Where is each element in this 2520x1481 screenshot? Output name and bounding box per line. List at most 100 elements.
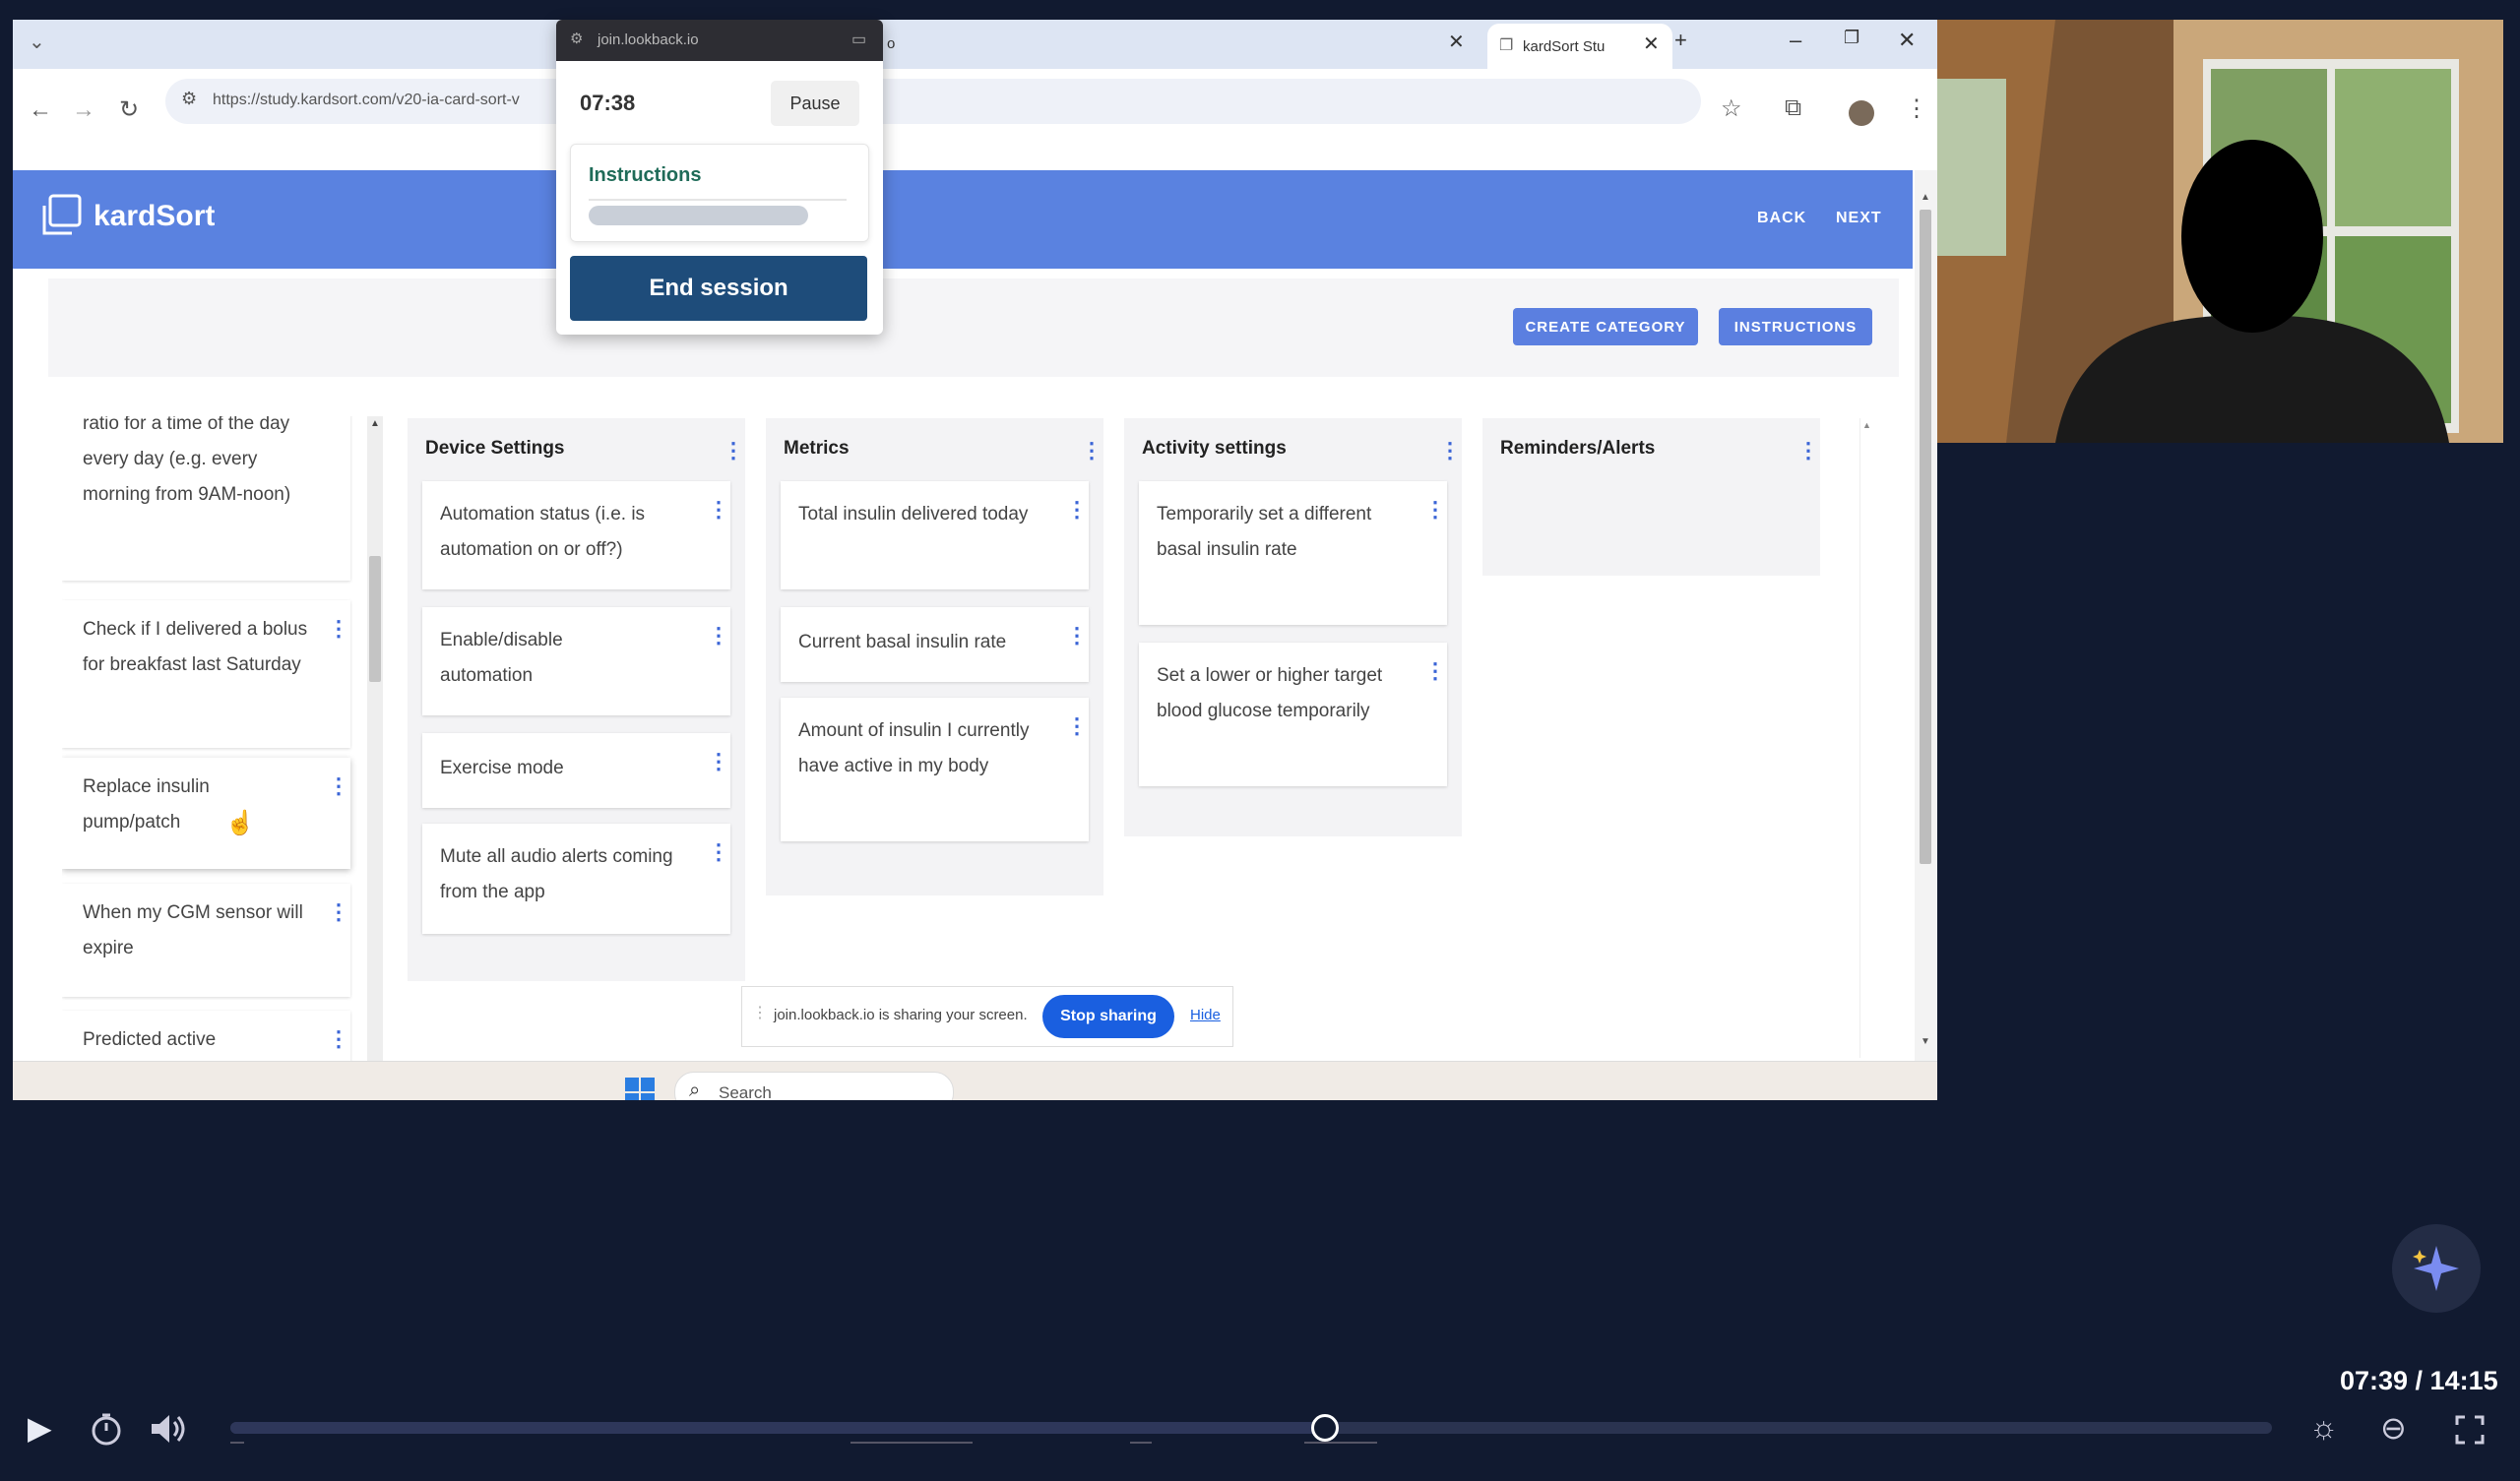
tab-kardsort[interactable]: ❐ kardSort Stu ✕: [1487, 24, 1672, 69]
video-scrub-knob[interactable]: [1310, 1414, 1339, 1442]
search-icon: ⌕: [689, 1080, 701, 1100]
url-omnibox[interactable]: ⚙ https://study.kardsort.com/v20-ia-card…: [165, 79, 1701, 124]
instructions-panel[interactable]: Instructions: [570, 144, 869, 242]
browser-tab-bar: ⌄ o ✕ ❐ kardSort Stu ✕ + – ❐ ✕: [13, 20, 1937, 69]
scroll-up-icon[interactable]: ▲: [370, 418, 380, 429]
camera-icon[interactable]: ▭: [851, 30, 866, 49]
sparkle-icon: [2413, 1246, 2459, 1291]
category-device-settings[interactable]: Device Settings ⋮ Automation status (i.e…: [408, 418, 745, 981]
card-menu-icon[interactable]: ⋮: [328, 775, 349, 797]
card[interactable]: Exercise mode ⋮: [422, 733, 730, 808]
card-text: Temporarily set a different basal insuli…: [1157, 504, 1372, 560]
card[interactable]: Automation status (i.e. is automation on…: [422, 481, 730, 589]
categories-scrollbar[interactable]: ▲: [1859, 418, 1874, 1058]
card-menu-icon[interactable]: ⋮: [1424, 499, 1446, 521]
chapter-marker: [1130, 1442, 1152, 1444]
timer-icon[interactable]: [89, 1411, 124, 1447]
card[interactable]: Replace insulin pump/patch ⋮ ☝: [62, 758, 350, 869]
instructions-title: Instructions: [589, 164, 702, 186]
back-arrow-icon[interactable]: ←: [29, 96, 52, 124]
scroll-up-icon[interactable]: ▲: [1862, 420, 1871, 430]
card-menu-icon[interactable]: ⋮: [328, 901, 349, 923]
hide-link[interactable]: Hide: [1190, 1007, 1221, 1023]
settings-icon[interactable]: ⚙: [570, 30, 583, 47]
page-scrollbar-thumb[interactable]: [1920, 210, 1931, 864]
card[interactable]: ratio for a time of the day every day (e…: [62, 416, 350, 581]
close-icon[interactable]: ✕: [1643, 31, 1660, 56]
play-icon[interactable]: ▶: [28, 1409, 52, 1447]
scroll-down-icon[interactable]: ▼: [1921, 1036, 1930, 1047]
category-menu-icon[interactable]: ⋮: [723, 440, 744, 462]
category-reminders-alerts[interactable]: Reminders/Alerts ⋮: [1482, 418, 1820, 576]
card[interactable]: Amount of insulin I currently have activ…: [781, 698, 1089, 841]
new-tab-button[interactable]: +: [1674, 28, 1687, 53]
site-info-icon[interactable]: ⚙: [181, 89, 197, 109]
pause-button[interactable]: Pause: [771, 81, 859, 126]
close-icon[interactable]: ✕: [1448, 30, 1465, 54]
extensions-icon[interactable]: ⧉: [1785, 94, 1801, 122]
card[interactable]: Current basal insulin rate ⋮: [781, 607, 1089, 682]
fullscreen-icon[interactable]: [2455, 1415, 2485, 1445]
minimize-icon[interactable]: –: [1790, 28, 1801, 53]
unsorted-cards-list[interactable]: ratio for a time of the day every day (e…: [62, 416, 367, 1061]
card-menu-icon[interactable]: ⋮: [328, 1028, 349, 1050]
card[interactable]: Enable/disable automation ⋮: [422, 607, 730, 715]
card[interactable]: Set a lower or higher target blood gluco…: [1139, 643, 1447, 786]
profile-avatar[interactable]: [1849, 100, 1874, 126]
tab-1-title[interactable]: o: [887, 35, 895, 52]
ai-assistant-button[interactable]: [2392, 1224, 2481, 1313]
forward-arrow-icon[interactable]: →: [72, 96, 95, 124]
category-title: Reminders/Alerts: [1500, 438, 1656, 459]
bookmark-star-icon[interactable]: ☆: [1721, 94, 1742, 123]
restore-icon[interactable]: ❐: [1844, 28, 1859, 48]
card-menu-icon[interactable]: ⋮: [708, 499, 729, 521]
page-scrollbar[interactable]: ▲ ▼: [1915, 170, 1937, 1061]
scrollbar-thumb[interactable]: [369, 556, 381, 682]
card-menu-icon[interactable]: ⋮: [1066, 625, 1088, 647]
card[interactable]: Predicted active ⋮: [62, 1011, 350, 1061]
card[interactable]: Mute all audio alerts coming from the ap…: [422, 824, 730, 934]
session-timer: 07:38: [580, 91, 636, 115]
browser-menu-icon[interactable]: ⋮: [1905, 94, 1928, 123]
category-menu-icon[interactable]: ⋮: [1797, 440, 1819, 462]
windows-start-icon[interactable]: [625, 1078, 655, 1100]
volume-icon[interactable]: [148, 1411, 187, 1447]
category-title: Device Settings: [425, 438, 565, 459]
instructions-button[interactable]: INSTRUCTIONS: [1719, 308, 1872, 345]
video-progress-track[interactable]: [230, 1414, 2272, 1442]
picture-in-picture-icon[interactable]: ⊖: [2380, 1409, 2407, 1447]
stop-sharing-button[interactable]: Stop sharing: [1042, 995, 1174, 1038]
tab-search-icon[interactable]: ⌄: [29, 30, 45, 54]
card[interactable]: Temporarily set a different basal insuli…: [1139, 481, 1447, 625]
next-link[interactable]: NEXT: [1836, 210, 1882, 227]
drag-handle-icon[interactable]: ⋮: [752, 1003, 768, 1022]
lookback-domain: join.lookback.io: [598, 31, 699, 48]
webcam-image: [1937, 20, 2503, 443]
card-menu-icon[interactable]: ⋮: [708, 625, 729, 647]
card-menu-icon[interactable]: ⋮: [328, 618, 349, 640]
category-activity-settings[interactable]: Activity settings ⋮ Temporarily set a di…: [1124, 418, 1462, 836]
card[interactable]: Check if I delivered a bolus for breakfa…: [62, 600, 350, 748]
card-menu-icon[interactable]: ⋮: [1424, 660, 1446, 682]
create-category-button[interactable]: CREATE CATEGORY: [1513, 308, 1698, 345]
card[interactable]: When my CGM sensor will expire ⋮: [62, 884, 350, 997]
end-session-button[interactable]: End session: [570, 256, 867, 321]
taskbar-search-box[interactable]: ⌕ Search: [674, 1072, 954, 1100]
unsorted-scrollbar[interactable]: ▲: [367, 416, 383, 1061]
card-text: Current basal insulin rate: [798, 632, 1007, 652]
back-link[interactable]: BACK: [1757, 210, 1806, 227]
tab-favicon-icon: ❐: [1499, 37, 1514, 54]
brightness-icon[interactable]: ☼: [2309, 1409, 2338, 1446]
scroll-up-icon[interactable]: ▲: [1921, 192, 1930, 203]
category-menu-icon[interactable]: ⋮: [1081, 440, 1102, 462]
card-menu-icon[interactable]: ⋮: [1066, 499, 1088, 521]
card-menu-icon[interactable]: ⋮: [708, 841, 729, 863]
reload-icon[interactable]: ↻: [119, 95, 139, 124]
category-menu-icon[interactable]: ⋮: [1439, 440, 1461, 462]
card[interactable]: Total insulin delivered today ⋮: [781, 481, 1089, 589]
card-menu-icon[interactable]: ⋮: [1066, 715, 1088, 737]
window-close-icon[interactable]: ✕: [1898, 28, 1916, 53]
card-menu-icon[interactable]: ⋮: [708, 751, 729, 772]
chapter-marker: [850, 1442, 973, 1444]
category-metrics[interactable]: Metrics ⋮ Total insulin delivered today …: [766, 418, 1103, 895]
